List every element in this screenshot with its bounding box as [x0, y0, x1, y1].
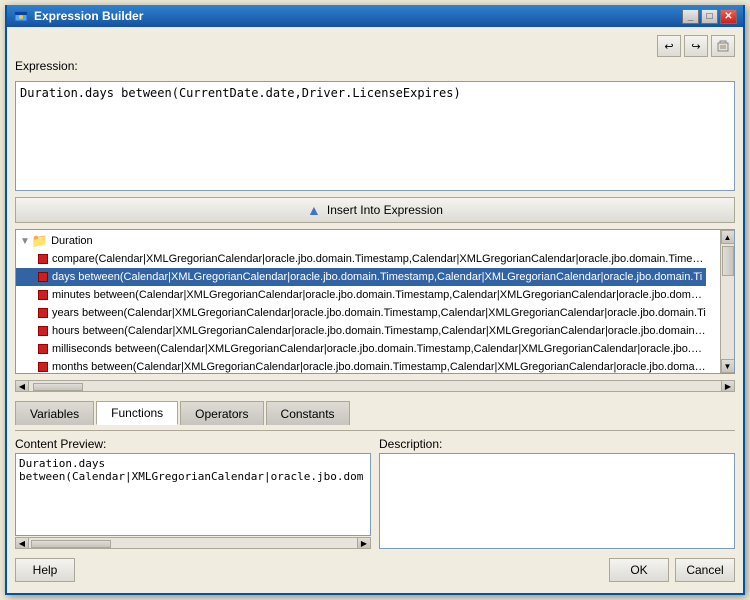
expression-label: Expression:: [15, 59, 735, 73]
tab-constants-label: Constants: [281, 407, 335, 421]
tree-root-duration[interactable]: ▼ 📁 Duration: [16, 232, 734, 250]
cancel-button[interactable]: Cancel: [675, 558, 735, 582]
tree-item-text-4: hours between(Calendar|XMLGregorianCalen…: [52, 325, 706, 337]
tree-item-1[interactable]: days between(Calendar|XMLGregorianCalend…: [16, 268, 706, 286]
item-icon-5: [38, 344, 48, 354]
preview-h-scroll-right[interactable]: ▶: [357, 537, 371, 549]
preview-horizontal-scrollbar[interactable]: [29, 537, 357, 549]
window-title: Expression Builder: [34, 9, 682, 23]
tree-horizontal-scrollbar[interactable]: [29, 380, 721, 392]
minimize-button[interactable]: _: [682, 9, 699, 24]
tab-variables[interactable]: Variables: [15, 401, 94, 425]
tree-item-text-0: compare(Calendar|XMLGregorianCalendar|or…: [52, 253, 706, 265]
item-icon-2: [38, 290, 48, 300]
item-icon-1: [38, 272, 48, 282]
h-scroll-left-button[interactable]: ◀: [15, 380, 29, 392]
insert-arrow-icon: ▲: [307, 202, 321, 218]
help-button[interactable]: Help: [15, 558, 75, 582]
tree-item-3[interactable]: years between(Calendar|XMLGregorianCalen…: [16, 304, 706, 322]
window-controls: _ □ ✕: [682, 9, 737, 24]
window-icon: [13, 8, 29, 24]
content-preview-label: Content Preview:: [15, 437, 371, 451]
tree-item-5[interactable]: milliseconds between(Calendar|XMLGregori…: [16, 340, 706, 358]
insert-btn-label: Insert Into Expression: [327, 203, 443, 217]
ok-button[interactable]: OK: [609, 558, 669, 582]
tree-panel: ▼ 📁 Duration compare(Calendar|XMLGregori…: [15, 229, 735, 374]
item-icon-4: [38, 326, 48, 336]
insert-into-expression-button[interactable]: ▲ Insert Into Expression: [15, 197, 735, 223]
tree-item-text-1: days between(Calendar|XMLGregorianCalend…: [52, 271, 702, 283]
h-scroll-thumb[interactable]: [33, 383, 83, 391]
bottom-panels: Content Preview: Duration.days between(C…: [15, 430, 735, 549]
expression-builder-window: Expression Builder _ □ ✕ ↩ ↪ Expressi: [5, 5, 745, 595]
tree-item-text-5: milliseconds between(Calendar|XMLGregori…: [52, 343, 706, 355]
scroll-down-button[interactable]: ▼: [721, 359, 735, 373]
tree-root-label: Duration: [51, 235, 93, 247]
tree-vertical-scrollbar[interactable]: ▲ ▼: [720, 230, 734, 373]
expand-icon: ▼: [20, 236, 30, 247]
window-body: ↩ ↪ Expression: Duration.days between(Cu…: [7, 27, 743, 593]
tree-item-text-3: years between(Calendar|XMLGregorianCalen…: [52, 307, 706, 319]
tab-functions-label: Functions: [111, 406, 163, 420]
tab-variables-label: Variables: [30, 407, 79, 421]
title-bar: Expression Builder _ □ ✕: [7, 5, 743, 27]
maximize-button[interactable]: □: [701, 9, 718, 24]
tabs-row: Variables Functions Operators Constants: [15, 400, 735, 424]
tab-operators[interactable]: Operators: [180, 401, 263, 425]
tree-item-text-2: minutes between(Calendar|XMLGregorianCal…: [52, 289, 706, 301]
footer-right-buttons: OK Cancel: [609, 558, 735, 582]
expression-input[interactable]: Duration.days between(CurrentDate.date,D…: [15, 81, 735, 191]
tree-item-6[interactable]: months between(Calendar|XMLGregorianCale…: [16, 358, 706, 374]
tab-constants[interactable]: Constants: [266, 401, 350, 425]
tab-operators-label: Operators: [195, 407, 248, 421]
scroll-track: [721, 244, 735, 359]
redo-button[interactable]: ↪: [684, 35, 708, 57]
tree-item-0[interactable]: compare(Calendar|XMLGregorianCalendar|or…: [16, 250, 706, 268]
folder-icon: 📁: [32, 233, 48, 249]
h-scroll-right-button[interactable]: ▶: [721, 380, 735, 392]
description-label: Description:: [379, 437, 735, 451]
content-preview-value: Duration.days between(Calendar|XMLGregor…: [19, 457, 363, 483]
description-box: [379, 453, 735, 549]
preview-h-scroll-left[interactable]: ◀: [15, 537, 29, 549]
description-panel: Description:: [379, 437, 735, 549]
close-button[interactable]: ✕: [720, 9, 737, 24]
tab-functions[interactable]: Functions: [96, 401, 178, 425]
tree-item-2[interactable]: minutes between(Calendar|XMLGregorianCal…: [16, 286, 706, 304]
footer-row: Help OK Cancel: [15, 555, 735, 585]
scroll-thumb[interactable]: [722, 246, 734, 276]
clear-button[interactable]: [711, 35, 735, 57]
item-icon-0: [38, 254, 48, 264]
tree-content: ▼ 📁 Duration compare(Calendar|XMLGregori…: [16, 230, 734, 374]
item-icon-6: [38, 362, 48, 372]
undo-button[interactable]: ↩: [657, 35, 681, 57]
tree-item-4[interactable]: hours between(Calendar|XMLGregorianCalen…: [16, 322, 706, 340]
content-preview-box: Duration.days between(Calendar|XMLGregor…: [15, 453, 371, 536]
item-icon-3: [38, 308, 48, 318]
tree-item-text-6: months between(Calendar|XMLGregorianCale…: [52, 361, 706, 373]
preview-h-scroll-thumb[interactable]: [31, 540, 111, 548]
scroll-up-button[interactable]: ▲: [721, 230, 735, 244]
content-preview-panel: Content Preview: Duration.days between(C…: [15, 437, 371, 549]
